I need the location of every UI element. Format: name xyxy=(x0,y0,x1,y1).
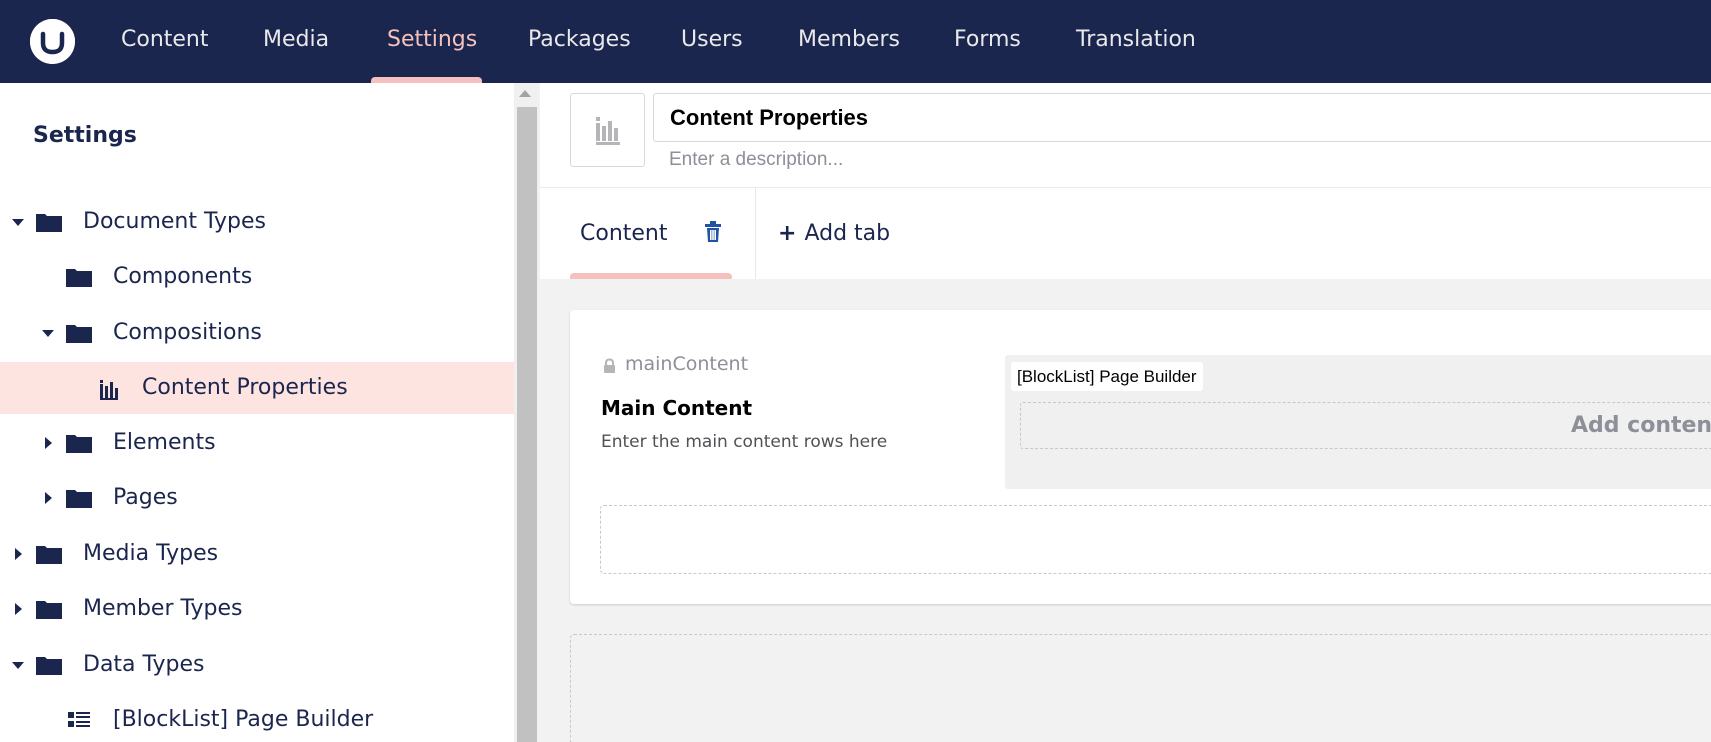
tree-item-label: Media Types xyxy=(83,541,219,566)
tree-item-label: Content Properties xyxy=(142,375,348,400)
tree-item-label: Compositions xyxy=(113,320,262,345)
document-type-description-input[interactable] xyxy=(653,143,1553,177)
property-name: Main Content xyxy=(601,396,753,420)
caret-down-icon[interactable] xyxy=(11,658,25,672)
caret-right-icon[interactable] xyxy=(41,491,55,505)
nav-forms[interactable]: Forms xyxy=(954,0,1021,83)
tree-item-data-types[interactable]: Data Types xyxy=(0,639,514,691)
tree-item-label: [BlockList] Page Builder xyxy=(113,707,374,732)
add-content-button[interactable]: Add content xyxy=(1020,402,1711,449)
trash-icon[interactable] xyxy=(704,221,722,243)
tree-item-elements[interactable]: Elements xyxy=(0,417,514,469)
tree-item-content-properties[interactable]: Content Properties xyxy=(0,362,514,414)
top-navigation-bar: Content Media Settings Packages Users Me… xyxy=(0,0,1711,83)
scroll-thumb[interactable] xyxy=(517,107,537,742)
document-type-name-input[interactable] xyxy=(653,93,1711,142)
property-group-card: mainContent Main Content Enter the main … xyxy=(570,310,1711,604)
nav-packages[interactable]: Packages xyxy=(528,0,631,83)
tree-item-label: Elements xyxy=(113,430,216,455)
property-editor-preview[interactable]: [BlockList] Page Builder Add content xyxy=(1005,355,1711,489)
caret-right-icon[interactable] xyxy=(41,436,55,450)
nav-media[interactable]: Media xyxy=(263,0,329,83)
nav-translation[interactable]: Translation xyxy=(1076,0,1196,83)
tree-item-label: Data Types xyxy=(83,652,205,677)
document-type-icon xyxy=(595,117,620,145)
caret-right-icon[interactable] xyxy=(11,547,25,561)
tabs-bar: Content + Add tab xyxy=(540,188,1711,279)
tree-item-document-types[interactable]: Document Types xyxy=(0,196,514,248)
active-tab-indicator xyxy=(570,273,732,279)
block-list-icon xyxy=(68,712,90,727)
caret-right-icon[interactable] xyxy=(11,602,25,616)
caret-down-icon[interactable] xyxy=(41,326,55,340)
tree-item-media-types[interactable]: Media Types xyxy=(0,528,514,580)
tree-item-compositions[interactable]: Compositions xyxy=(0,307,514,359)
tree-title: Settings xyxy=(33,123,137,148)
document-type-icon-picker[interactable] xyxy=(570,93,645,167)
tree-scrollbar[interactable] xyxy=(514,83,538,742)
add-property-dropzone[interactable] xyxy=(600,505,1711,574)
folder-icon xyxy=(66,325,92,343)
property-editor-badge: [BlockList] Page Builder xyxy=(1011,362,1203,391)
umbraco-logo-icon[interactable] xyxy=(30,19,75,64)
property-description: Enter the main content rows here xyxy=(601,432,888,452)
tab-content[interactable]: Content xyxy=(570,188,736,279)
folder-icon xyxy=(66,269,92,287)
tree-item-label: Pages xyxy=(113,485,178,510)
lock-icon[interactable] xyxy=(603,358,616,374)
tree-item-member-types[interactable]: Member Types xyxy=(0,583,514,635)
folder-icon xyxy=(36,214,62,232)
tree-item-label: Document Types xyxy=(83,209,266,234)
tree-item-label: Member Types xyxy=(83,596,243,621)
add-tab-button[interactable]: + Add tab xyxy=(778,188,890,279)
tree-item-pages[interactable]: Pages xyxy=(0,472,514,524)
scroll-up-arrow-icon[interactable] xyxy=(519,90,531,97)
tree-item-components[interactable]: Components xyxy=(0,251,514,303)
tree-item-label: Components xyxy=(113,264,253,289)
folder-icon xyxy=(66,435,92,453)
add-tab-label: Add tab xyxy=(804,221,891,246)
property-alias[interactable]: mainContent xyxy=(625,353,748,375)
caret-down-icon[interactable] xyxy=(11,215,25,229)
folder-icon xyxy=(36,657,62,675)
nav-users[interactable]: Users xyxy=(681,0,743,83)
tree-item-blocklist-page-builder[interactable]: [BlockList] Page Builder xyxy=(0,694,514,742)
plus-icon: + xyxy=(778,221,797,246)
nav-content[interactable]: Content xyxy=(121,0,209,83)
folder-icon xyxy=(36,601,62,619)
add-group-dropzone[interactable] xyxy=(570,634,1711,742)
settings-tree: Settings Document Types Components Compo… xyxy=(0,83,514,742)
nav-settings[interactable]: Settings xyxy=(387,0,477,83)
tab-divider xyxy=(755,188,756,279)
nav-members[interactable]: Members xyxy=(798,0,900,83)
tab-label: Content xyxy=(580,221,668,246)
folder-icon xyxy=(66,490,92,508)
folder-icon xyxy=(36,546,62,564)
editor-header xyxy=(540,83,1711,188)
document-type-icon xyxy=(100,380,118,400)
